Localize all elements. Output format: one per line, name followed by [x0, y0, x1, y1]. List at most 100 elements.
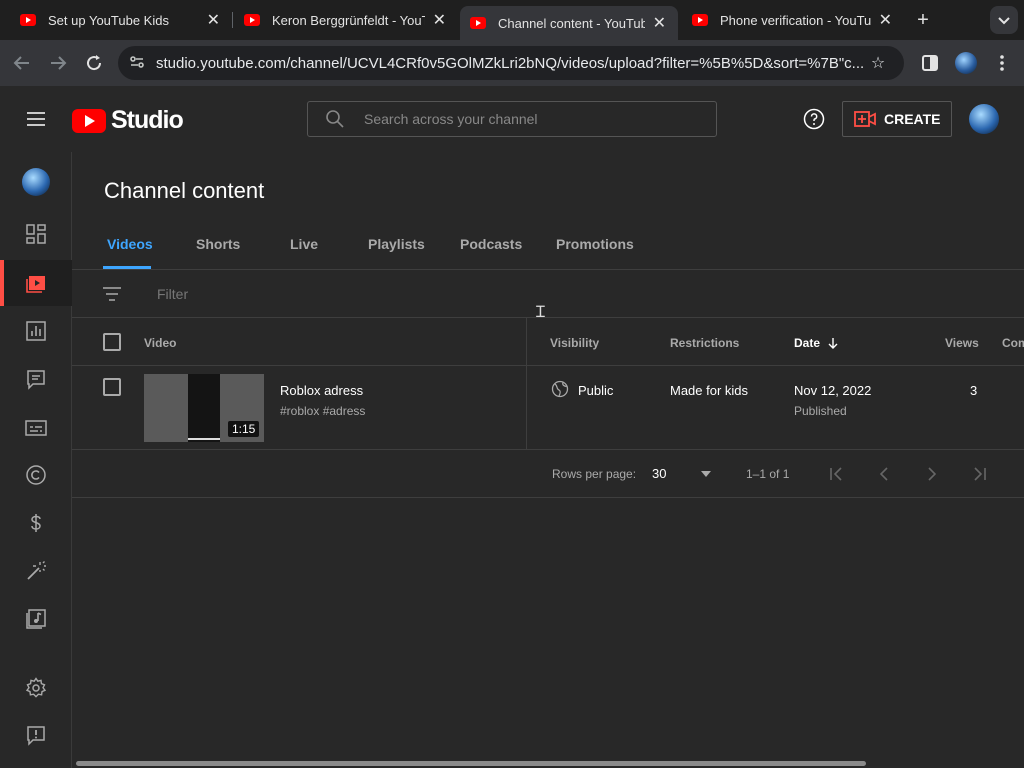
browser-profile-avatar[interactable]	[955, 52, 977, 74]
first-page-icon[interactable]	[826, 464, 846, 484]
video-date: Nov 12, 2022	[794, 383, 872, 398]
tab-podcasts[interactable]: Podcasts	[460, 236, 522, 252]
browser-tab-title: Phone verification - YouTub	[720, 12, 871, 28]
create-button[interactable]: CREATE	[842, 101, 952, 137]
forward-button[interactable]	[46, 51, 70, 75]
video-views: 3	[970, 383, 978, 398]
new-tab-button[interactable]: +	[912, 8, 934, 32]
close-tab-icon[interactable]: ✕	[433, 10, 446, 30]
search-icon	[326, 110, 344, 128]
sidebar-item-analytics[interactable]	[0, 308, 72, 354]
hamburger-menu-icon	[27, 112, 45, 126]
tab-separator	[232, 12, 233, 28]
browser-toolbar: studio.youtube.com/channel/UCVL4CRf0v5GO…	[0, 40, 1024, 86]
browser-tab-title: Keron Berggrünfeldt - YouT	[272, 12, 425, 28]
browser-tab-title: Set up YouTube Kids	[48, 12, 169, 28]
browser-tab-strip: Set up YouTube Kids ✕ Keron Berggrünfeld…	[0, 0, 1024, 40]
video-camera-plus-icon	[854, 111, 876, 127]
active-tab-indicator	[103, 266, 151, 269]
pagination-range: 1–1 of 1	[746, 467, 790, 481]
globe-icon	[551, 380, 569, 398]
close-tab-icon[interactable]: ✕	[879, 10, 892, 30]
menu-button[interactable]	[24, 107, 48, 131]
browser-tab-channel-content[interactable]: Channel content - YouTube ✕	[460, 6, 678, 40]
sidebar-item-earn[interactable]	[0, 500, 72, 546]
settings-gear-icon	[25, 677, 47, 698]
sidebar-item-copyright[interactable]	[0, 452, 72, 498]
table-row[interactable]: 1:15 Roblox adress #roblox #adress Publi…	[72, 366, 1024, 450]
last-page-icon[interactable]	[970, 464, 990, 484]
side-panel-icon	[922, 55, 938, 71]
filter-bar: Filter	[72, 270, 1024, 318]
feedback-icon	[27, 726, 45, 746]
header-comments: Com	[1002, 336, 1024, 350]
sidebar-item-feedback[interactable]	[0, 712, 72, 758]
browser-tab-keron[interactable]: Keron Berggrünfeldt - YouT ✕	[234, 6, 458, 34]
dropdown-arrow-icon	[701, 471, 711, 477]
row-checkbox[interactable]	[103, 378, 121, 396]
header-restrictions: Restrictions	[670, 336, 740, 350]
channel-avatar[interactable]	[22, 168, 50, 196]
sidebar-item-settings[interactable]	[0, 665, 72, 711]
studio-sidebar	[0, 152, 72, 768]
thumbnail-phone-frame	[188, 374, 220, 442]
arrow-right-icon	[51, 56, 67, 70]
youtube-favicon-icon	[20, 14, 36, 26]
site-info-icon[interactable]	[128, 53, 146, 74]
close-tab-icon[interactable]: ✕	[653, 13, 666, 33]
content-tabs: Videos Shorts Live Playlists Podcasts Pr…	[72, 230, 1024, 270]
next-page-icon[interactable]	[922, 464, 942, 484]
sidebar-item-audio-library[interactable]	[0, 596, 72, 642]
browser-tab-youtube-kids[interactable]: Set up YouTube Kids ✕	[0, 6, 232, 34]
more-vert-icon	[1000, 55, 1004, 71]
rows-per-page-select[interactable]: 30	[652, 462, 716, 486]
tab-videos[interactable]: Videos	[107, 236, 153, 252]
monetization-dollar-icon	[31, 514, 41, 532]
sidebar-item-customization[interactable]	[0, 548, 72, 594]
video-thumbnail[interactable]: 1:15	[144, 374, 264, 442]
studio-logo[interactable]: Studio	[72, 106, 184, 135]
address-bar[interactable]: studio.youtube.com/channel/UCVL4CRf0v5GO…	[118, 46, 904, 80]
tab-promotions[interactable]: Promotions	[556, 236, 634, 252]
search-input[interactable]: Search across your channel	[364, 111, 538, 127]
browser-tab-phone-verification[interactable]: Phone verification - YouTub ✕	[682, 6, 904, 34]
side-panel-button[interactable]	[918, 51, 942, 75]
close-tab-icon[interactable]: ✕	[207, 10, 220, 30]
account-avatar[interactable]	[969, 104, 999, 134]
youtube-favicon-icon	[244, 14, 260, 26]
browser-tab-title: Channel content - YouTube	[498, 15, 645, 31]
video-duration: 1:15	[228, 421, 260, 437]
help-button[interactable]	[802, 107, 826, 131]
chevron-down-icon	[998, 17, 1010, 25]
youtube-favicon-icon	[692, 14, 708, 26]
video-title[interactable]: Roblox adress	[280, 383, 363, 398]
tab-playlists[interactable]: Playlists	[368, 236, 425, 252]
header-visibility: Visibility	[550, 336, 600, 350]
sidebar-item-dashboard[interactable]	[0, 211, 72, 257]
filter-input[interactable]: Filter	[157, 286, 188, 302]
tab-live[interactable]: Live	[290, 236, 318, 252]
dashboard-icon	[26, 224, 46, 244]
filter-icon[interactable]	[101, 284, 123, 304]
browser-menu-button[interactable]	[994, 51, 1010, 75]
reload-icon	[87, 55, 102, 71]
sidebar-item-content[interactable]	[0, 260, 72, 306]
tab-shorts[interactable]: Shorts	[196, 236, 240, 252]
back-button[interactable]	[10, 51, 34, 75]
channel-search-box[interactable]: Search across your channel	[307, 101, 717, 137]
sort-arrow-down-icon	[828, 338, 838, 349]
horizontal-scrollbar[interactable]	[76, 761, 866, 766]
sidebar-item-comments[interactable]	[0, 356, 72, 402]
youtube-favicon-icon	[470, 17, 486, 29]
reload-button[interactable]	[82, 51, 106, 75]
bookmark-star-icon[interactable]: ☆	[866, 53, 890, 73]
previous-page-icon[interactable]	[874, 464, 894, 484]
sidebar-item-subtitles[interactable]	[0, 405, 72, 451]
video-visibility[interactable]: Public	[578, 383, 613, 398]
url-text: studio.youtube.com/channel/UCVL4CRf0v5GO…	[156, 54, 865, 72]
select-all-checkbox[interactable]	[103, 333, 121, 351]
tab-search-button[interactable]	[990, 6, 1018, 34]
table-header-row: Video Visibility Restrictions Date Views…	[72, 318, 1024, 366]
header-date-sort[interactable]: Date	[794, 336, 839, 350]
header-video: Video	[144, 336, 177, 350]
